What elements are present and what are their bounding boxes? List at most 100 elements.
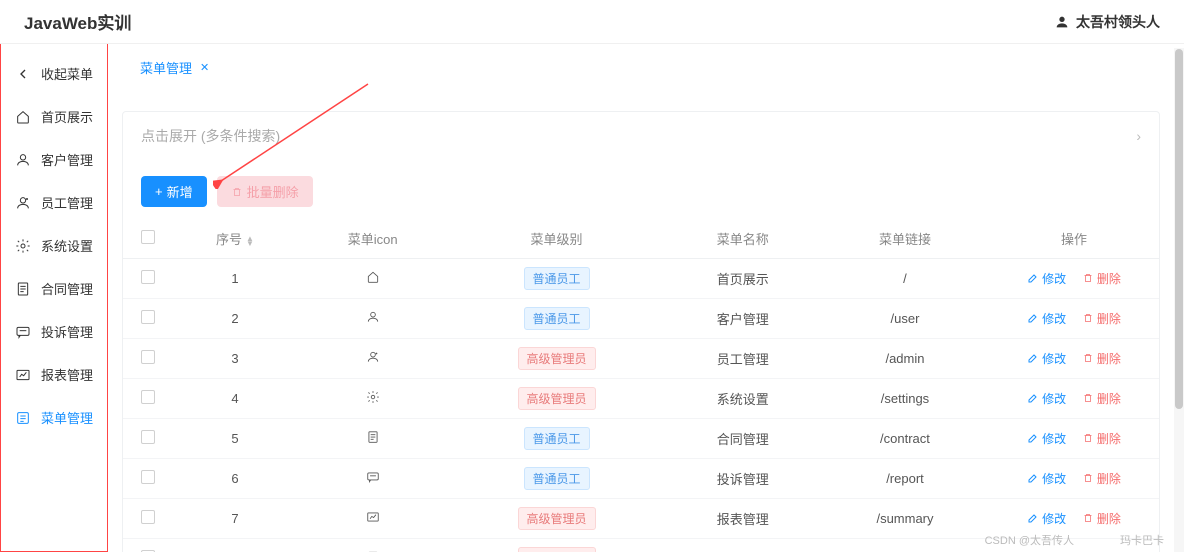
delete-button[interactable]: 删除 xyxy=(1082,470,1121,487)
table-row: 5 普通员工 合同管理 /contract 修改 删除 xyxy=(123,419,1159,459)
sort-icon: ▲▼ xyxy=(246,236,254,246)
cell-name: 报表管理 xyxy=(665,499,821,539)
user-icon xyxy=(15,152,31,168)
sidebar-item-menu[interactable]: 菜单管理 xyxy=(5,396,103,439)
edit-icon xyxy=(1027,512,1039,524)
cell-seq: 6 xyxy=(173,459,297,499)
user-menu[interactable]: 太吾村领头人 xyxy=(1054,12,1160,32)
cell-name: 投诉管理 xyxy=(665,459,821,499)
level-tag: 高级管理员 xyxy=(518,507,596,530)
cell-actions: 修改 删除 xyxy=(989,459,1159,499)
sidebar-item-label: 收起菜单 xyxy=(41,64,93,83)
trash-icon xyxy=(231,186,243,198)
cell-link: /summary xyxy=(821,499,989,539)
level-tag: 普通员工 xyxy=(524,467,590,490)
edit-button[interactable]: 修改 xyxy=(1027,310,1066,327)
level-tag: 普通员工 xyxy=(524,427,590,450)
row-checkbox[interactable] xyxy=(141,270,155,284)
cell-level: 普通员工 xyxy=(448,419,664,459)
delete-button[interactable]: 删除 xyxy=(1082,350,1121,367)
cell-icon xyxy=(297,379,448,419)
sidebar-item-collapse[interactable]: 收起菜单 xyxy=(5,52,103,95)
chevron-left-icon xyxy=(15,66,31,82)
tab-label: 菜单管理 xyxy=(140,58,192,77)
plus-icon: + xyxy=(155,184,163,199)
edit-button[interactable]: 修改 xyxy=(1027,510,1066,527)
chevron-right-icon: › xyxy=(1136,128,1141,144)
home-icon xyxy=(366,270,380,284)
cell-name: 客户管理 xyxy=(665,299,821,339)
sidebar-item-home[interactable]: 首页展示 xyxy=(5,95,103,138)
row-checkbox[interactable] xyxy=(141,390,155,404)
tab-bar: 菜单管理 ✕ xyxy=(122,44,1170,81)
cell-icon xyxy=(297,259,448,299)
trash-icon xyxy=(1082,512,1094,524)
user-icon xyxy=(366,310,380,324)
col-seq[interactable]: 序号▲▼ xyxy=(173,219,297,259)
content-card: 点击展开 (多条件搜索) › + 新增 批量删除 序号▲ xyxy=(122,111,1160,552)
sidebar-item-customer[interactable]: 客户管理 xyxy=(5,138,103,181)
trash-icon xyxy=(1082,272,1094,284)
cell-name: 员工管理 xyxy=(665,339,821,379)
edit-button[interactable]: 修改 xyxy=(1027,430,1066,447)
add-button[interactable]: + 新增 xyxy=(141,176,207,207)
trash-icon xyxy=(1082,352,1094,364)
cell-level: 高级管理员 xyxy=(448,339,664,379)
tab-menu-management[interactable]: 菜单管理 ✕ xyxy=(134,54,215,81)
edit-button[interactable]: 修改 xyxy=(1027,390,1066,407)
cell-level: 高级管理员 xyxy=(448,539,664,552)
sidebar-item-label: 投诉管理 xyxy=(41,322,93,341)
table-row: 2 普通员工 客户管理 /user 修改 删除 xyxy=(123,299,1159,339)
cell-name: 菜单管理 xyxy=(665,539,821,552)
cell-link: /menu xyxy=(821,539,989,552)
select-all-checkbox[interactable] xyxy=(141,230,155,244)
row-checkbox[interactable] xyxy=(141,510,155,524)
row-checkbox[interactable] xyxy=(141,430,155,444)
user-icon xyxy=(1054,14,1070,30)
edit-icon xyxy=(1027,312,1039,324)
scrollbar[interactable] xyxy=(1174,48,1184,552)
delete-button[interactable]: 删除 xyxy=(1082,270,1121,287)
search-expand-bar[interactable]: 点击展开 (多条件搜索) › xyxy=(123,112,1159,160)
row-checkbox[interactable] xyxy=(141,470,155,484)
edit-icon xyxy=(1027,472,1039,484)
gear-icon xyxy=(15,238,31,254)
edit-icon xyxy=(1027,392,1039,404)
sidebar-item-label: 报表管理 xyxy=(41,365,93,384)
col-name: 菜单名称 xyxy=(665,219,821,259)
message-icon xyxy=(366,470,380,484)
sidebar-item-complaint[interactable]: 投诉管理 xyxy=(5,310,103,353)
close-icon[interactable]: ✕ xyxy=(200,61,209,74)
delete-button[interactable]: 删除 xyxy=(1082,390,1121,407)
cell-level: 普通员工 xyxy=(448,259,664,299)
sidebar-item-settings[interactable]: 系统设置 xyxy=(5,224,103,267)
sidebar-item-staff[interactable]: 员工管理 xyxy=(5,181,103,224)
edit-button[interactable]: 修改 xyxy=(1027,470,1066,487)
cell-name: 首页展示 xyxy=(665,259,821,299)
chart-icon xyxy=(15,367,31,383)
row-checkbox[interactable] xyxy=(141,310,155,324)
trash-icon xyxy=(1082,472,1094,484)
cell-actions: 修改 删除 xyxy=(989,419,1159,459)
delete-button[interactable]: 删除 xyxy=(1082,310,1121,327)
sidebar-item-report[interactable]: 报表管理 xyxy=(5,353,103,396)
row-checkbox[interactable] xyxy=(141,350,155,364)
edit-icon xyxy=(1027,432,1039,444)
batch-delete-button[interactable]: 批量删除 xyxy=(217,176,313,207)
cell-seq: 4 xyxy=(173,379,297,419)
delete-button[interactable]: 删除 xyxy=(1082,430,1121,447)
cell-icon xyxy=(297,499,448,539)
sidebar-item-label: 菜单管理 xyxy=(41,408,93,427)
cell-link: / xyxy=(821,259,989,299)
trash-icon xyxy=(1082,432,1094,444)
edit-button[interactable]: 修改 xyxy=(1027,350,1066,367)
level-tag: 普通员工 xyxy=(524,267,590,290)
document-icon xyxy=(15,281,31,297)
sidebar-item-contract[interactable]: 合同管理 xyxy=(5,267,103,310)
delete-button[interactable]: 删除 xyxy=(1082,510,1121,527)
table-row: 3 高级管理员 员工管理 /admin 修改 删除 xyxy=(123,339,1159,379)
col-icon: 菜单icon xyxy=(297,219,448,259)
gear-icon xyxy=(366,390,380,404)
home-icon xyxy=(15,109,31,125)
edit-button[interactable]: 修改 xyxy=(1027,270,1066,287)
